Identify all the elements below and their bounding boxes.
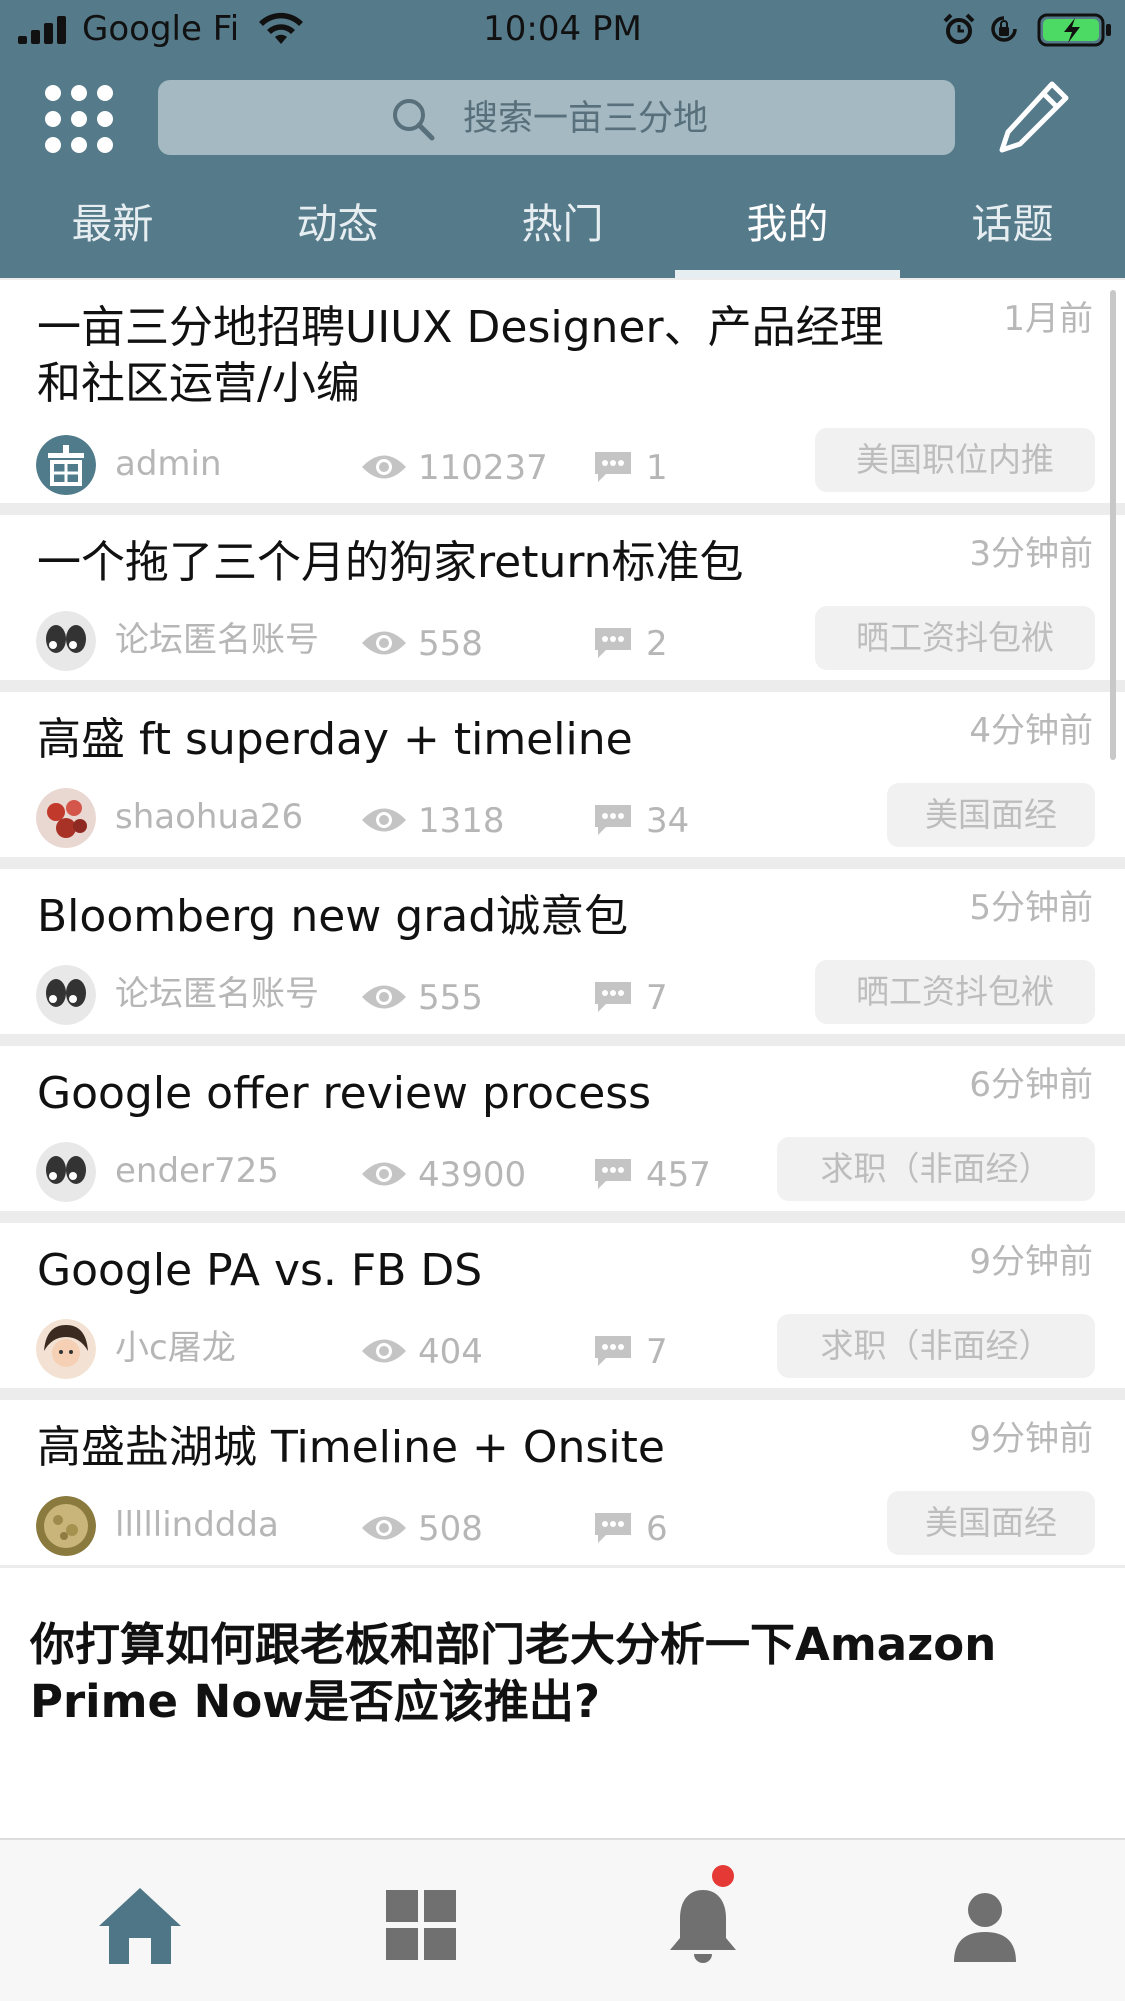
avatar[interactable]: [36, 965, 96, 1025]
post-time: 1月前: [1003, 299, 1093, 339]
post-title: 一个拖了三个月的狗家return标准包: [37, 537, 744, 588]
scrollbar[interactable]: [1110, 290, 1116, 760]
list-item[interactable]: Bloomberg new grad诚意包 5分钟前 论坛匿名账号 555 7 …: [0, 869, 1125, 1034]
tab-activity[interactable]: 动态: [225, 200, 450, 248]
post-title: Google PA vs. FB DS: [37, 1245, 483, 1296]
list-item[interactable]: 高盛 ft superday + timeline 4分钟前 shaohua26…: [0, 692, 1125, 857]
post-tag[interactable]: 美国职位内推: [815, 428, 1095, 492]
featured-post[interactable]: 你打算如何跟老板和部门老大分析一下Amazon Prime Now是否应该推出?: [0, 1568, 1125, 1838]
post-author[interactable]: ender725: [115, 1150, 279, 1192]
person-icon[interactable]: [940, 1880, 1030, 1970]
view-count: 508: [418, 1509, 483, 1549]
list-item[interactable]: 一个拖了三个月的狗家return标准包 3分钟前 论坛匿名账号 558 2 晒工…: [0, 515, 1125, 680]
list-item[interactable]: 高盛盐湖城 Timeline + Onsite 9分钟前 lllllinddda…: [0, 1400, 1125, 1565]
comment-count: 1: [646, 448, 668, 488]
view-count: 555: [418, 978, 483, 1018]
tab-topics[interactable]: 话题: [900, 200, 1125, 248]
list-item[interactable]: Google PA vs. FB DS 9分钟前 小c屠龙 404 7 求职（非…: [0, 1223, 1125, 1388]
list-item[interactable]: Google offer review process 6分钟前 ender72…: [0, 1046, 1125, 1211]
status-bar: Google Fi 10:04 PM: [0, 0, 1125, 58]
comment-icon: [595, 805, 631, 835]
comment-count: 7: [646, 1332, 668, 1372]
edit-icon[interactable]: [996, 78, 1072, 158]
post-title: Bloomberg new grad诚意包: [37, 891, 629, 942]
post-time: 6分钟前: [969, 1065, 1093, 1105]
post-title: 高盛 ft superday + timeline: [37, 714, 633, 765]
eye-icon: [362, 455, 406, 479]
featured-post-title: 你打算如何跟老板和部门老大分析一下Amazon Prime Now是否应该推出?: [30, 1618, 997, 1728]
bottom-nav: [0, 1838, 1125, 2001]
comment-icon: [595, 1159, 631, 1189]
view-count: 110237: [418, 448, 548, 488]
comment-icon: [595, 1336, 631, 1366]
eye-icon: [362, 808, 406, 832]
avatar[interactable]: [36, 1142, 96, 1202]
tab-latest[interactable]: 最新: [0, 200, 225, 248]
notification-badge: [712, 1865, 734, 1887]
post-time: 3分钟前: [969, 534, 1093, 574]
comment-count: 457: [646, 1155, 711, 1195]
post-author[interactable]: lllllinddda: [115, 1504, 279, 1546]
comment-count: 2: [646, 624, 668, 664]
post-author[interactable]: 论坛匿名账号: [115, 973, 319, 1015]
avatar[interactable]: [36, 435, 96, 495]
bell-icon[interactable]: [658, 1880, 748, 1970]
post-title: 一亩三分地招聘UIUX Designer、产品经理和社区运营/小编: [37, 302, 884, 409]
post-author[interactable]: shaohua26: [115, 796, 303, 838]
view-count: 43900: [418, 1155, 527, 1195]
view-count: 404: [418, 1332, 483, 1372]
list-item[interactable]: 一亩三分地招聘UIUX Designer、产品经理和社区运营/小编 1月前 ad…: [0, 280, 1125, 503]
comment-icon: [595, 628, 631, 658]
battery-icon: [1037, 13, 1111, 47]
app-header: Google Fi 10:04 PM 搜索一亩三分地 最新 动态 热门 我的 话…: [0, 0, 1125, 278]
home-icon[interactable]: [95, 1880, 185, 1970]
avatar[interactable]: [36, 611, 96, 671]
search-icon: [393, 99, 435, 141]
post-tag[interactable]: 求职（非面经）: [777, 1314, 1095, 1378]
post-time: 9分钟前: [969, 1419, 1093, 1459]
comment-icon: [595, 1513, 631, 1543]
comment-count: 34: [646, 801, 690, 841]
post-title: 高盛盐湖城 Timeline + Onsite: [37, 1422, 665, 1473]
post-title: Google offer review process: [37, 1068, 652, 1119]
comment-count: 7: [646, 978, 668, 1018]
post-tag[interactable]: 美国面经: [887, 1491, 1095, 1555]
avatar[interactable]: [36, 1319, 96, 1379]
tab-hot[interactable]: 热门: [450, 200, 675, 248]
search-input[interactable]: 搜索一亩三分地: [158, 80, 955, 155]
rotation-lock-icon: [991, 16, 1017, 42]
alarm-icon: [943, 13, 975, 44]
feed-tabs: 最新 动态 热门 我的 话题: [0, 190, 1125, 278]
eye-icon: [362, 1162, 406, 1186]
eye-icon: [362, 1339, 406, 1363]
apps-grid-icon[interactable]: [44, 84, 114, 154]
eye-icon: [362, 1516, 406, 1540]
post-time: 5分钟前: [969, 888, 1093, 928]
comment-count: 6: [646, 1509, 668, 1549]
active-tab-indicator: [675, 270, 900, 278]
post-time: 9分钟前: [969, 1242, 1093, 1282]
comment-icon: [595, 982, 631, 1012]
tab-mine[interactable]: 我的: [675, 200, 900, 248]
avatar[interactable]: [36, 788, 96, 848]
post-tag[interactable]: 美国面经: [887, 783, 1095, 847]
view-count: 558: [418, 624, 483, 664]
grid-icon[interactable]: [376, 1880, 466, 1970]
post-tag[interactable]: 晒工资抖包袱: [815, 606, 1095, 670]
search-placeholder: 搜索一亩三分地: [463, 99, 709, 139]
post-tag[interactable]: 晒工资抖包袱: [815, 960, 1095, 1024]
view-count: 1318: [418, 801, 505, 841]
avatar[interactable]: [36, 1496, 96, 1556]
comment-icon: [595, 452, 631, 482]
post-author[interactable]: 论坛匿名账号: [115, 619, 319, 661]
eye-icon: [362, 985, 406, 1009]
eye-icon: [362, 631, 406, 655]
post-time: 4分钟前: [969, 711, 1093, 751]
post-author[interactable]: admin: [115, 443, 222, 485]
post-tag[interactable]: 求职（非面经）: [777, 1137, 1095, 1201]
post-author[interactable]: 小c屠龙: [115, 1327, 236, 1369]
